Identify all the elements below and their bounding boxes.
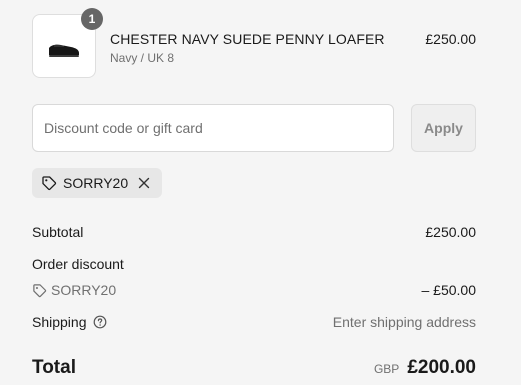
tag-icon: [33, 283, 47, 297]
applied-discount-chip: SORRY20: [32, 168, 163, 198]
applied-code-label: SORRY20: [63, 175, 129, 191]
product-variant: Navy / UK 8: [110, 51, 175, 65]
shipping-value: Enter shipping address: [332, 314, 476, 330]
shipping-label: Shipping: [32, 314, 87, 330]
discount-code-input[interactable]: [32, 104, 394, 152]
order-discount-label: Order discount: [32, 256, 124, 272]
shipping-row-label: Shipping: [32, 314, 107, 330]
subtotal-value: £250.00: [425, 224, 476, 240]
product-name: CHESTER NAVY SUEDE PENNY LOAFER: [110, 31, 385, 47]
total-amount: £200.00: [407, 357, 476, 378]
help-icon[interactable]: [93, 315, 107, 329]
currency-code: GBP: [373, 362, 400, 376]
total-label: Total: [32, 357, 76, 378]
product-price: £250.00: [425, 31, 476, 47]
line-item: 1 CHESTER NAVY SUEDE PENNY LOAFER Navy /…: [32, 8, 476, 78]
discount-code-text: SORRY20: [51, 282, 117, 298]
quantity-badge: 1: [81, 8, 103, 30]
apply-button[interactable]: Apply: [411, 104, 476, 152]
subtotal-label: Subtotal: [32, 224, 84, 240]
close-icon: [138, 177, 150, 189]
remove-discount-button[interactable]: [136, 175, 152, 191]
total-value-group: GBP £200.00: [374, 357, 476, 379]
order-discount-code: SORRY20: [32, 282, 116, 298]
tag-icon: [42, 176, 57, 191]
discount-value: – £50.00: [421, 282, 477, 298]
